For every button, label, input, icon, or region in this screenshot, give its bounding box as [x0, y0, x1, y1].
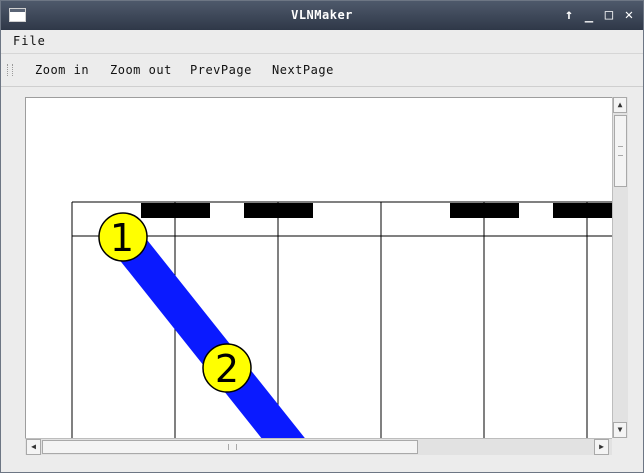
marker-2[interactable]: 2	[202, 343, 252, 393]
minimize-icon[interactable]: _	[583, 6, 595, 24]
maximize-icon[interactable]: □	[603, 6, 615, 24]
marker-2-label: 2	[215, 347, 239, 391]
black-block	[553, 203, 612, 218]
zoom-out-button[interactable]: Zoom out	[110, 63, 172, 77]
menu-bar: File	[1, 30, 643, 54]
close-icon[interactable]: ✕	[623, 6, 635, 24]
scroll-left-arrow-icon[interactable]: ◀	[26, 439, 41, 455]
prev-page-button[interactable]: PrevPage	[190, 63, 252, 77]
next-page-button[interactable]: NextPage	[272, 63, 334, 77]
toolbar: Zoom in Zoom out PrevPage NextPage	[1, 54, 643, 87]
black-block	[244, 203, 313, 218]
black-blocks	[141, 203, 612, 218]
scroll-down-arrow-icon[interactable]: ▼	[613, 422, 627, 438]
vertical-scroll-thumb[interactable]	[614, 115, 627, 187]
scroll-right-arrow-icon[interactable]: ▶	[594, 439, 609, 455]
score-drawing: 1 2	[71, 201, 612, 439]
path-segment	[109, 226, 306, 439]
title-bar[interactable]: VLNMaker ↑ _ □ ✕	[1, 1, 643, 30]
marker-1[interactable]: 1	[98, 212, 148, 262]
horizontal-scrollbar[interactable]: ◀ ▶	[25, 438, 612, 455]
window-title: VLNMaker	[291, 8, 353, 22]
zoom-in-button[interactable]: Zoom in	[35, 63, 89, 77]
keep-above-icon[interactable]: ↑	[563, 6, 575, 24]
scroll-up-arrow-icon[interactable]: ▲	[613, 97, 627, 113]
app-window: VLNMaker ↑ _ □ ✕ File Zoom in Zoom out P…	[0, 0, 644, 473]
black-block	[450, 203, 519, 218]
vertical-scrollbar[interactable]: ▲ ▼	[612, 97, 628, 438]
menu-file[interactable]: File	[13, 34, 46, 48]
scroll-corner	[612, 438, 628, 455]
window-controls: ↑ _ □ ✕	[563, 6, 635, 24]
toolbar-grip-icon[interactable]	[7, 64, 13, 76]
grid	[71, 201, 612, 439]
marker-1-label: 1	[110, 216, 134, 260]
black-block	[141, 203, 210, 218]
drawing-canvas[interactable]: 1 2	[25, 97, 612, 439]
horizontal-scroll-thumb[interactable]	[42, 440, 418, 454]
